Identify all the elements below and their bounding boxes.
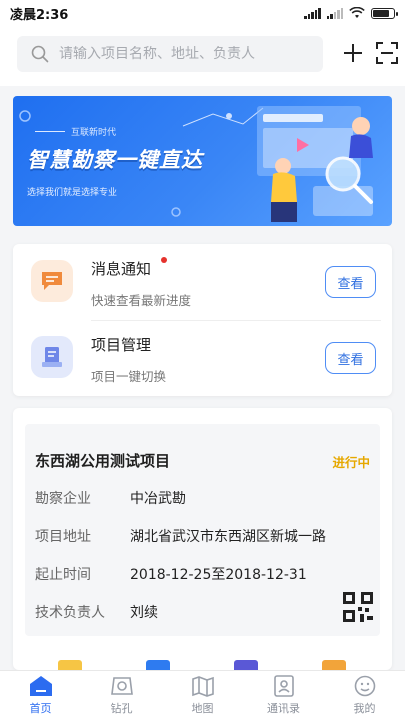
home-icon [29, 676, 52, 696]
bottom-tab-bar: 首页 钻孔 地图 通讯录 我的 [0, 670, 405, 720]
unread-dot [161, 257, 167, 263]
plus-icon [344, 44, 362, 62]
signal-icon [304, 7, 321, 19]
value-address: 湖北省武汉市东西湖区新城一路 [130, 529, 326, 545]
promo-banner[interactable]: 互联新时代 智慧勘察一键直达 选择我们就是选择专业 [13, 96, 392, 226]
search-icon [31, 45, 49, 63]
wifi-icon [349, 7, 365, 18]
label-company: 勘察企业 [35, 491, 91, 507]
battery-icon [371, 7, 398, 19]
entry-message[interactable]: 消息通知 快速查看最新进度 查看 [13, 244, 392, 320]
status-bar: 凌晨2:36 [0, 0, 405, 26]
quick-entries-card: 消息通知 快速查看最新进度 查看 项目管理 项目一键切换 查看 [13, 244, 392, 396]
scan-button[interactable] [374, 40, 400, 66]
signal-icon-2 [326, 7, 343, 19]
value-period: 2018-12-25至2018-12-31 [130, 567, 307, 583]
project-name: 东西湖公用测试项目 [35, 452, 171, 470]
entry-title-message: 消息通知 [91, 260, 152, 278]
status-icons [304, 7, 398, 19]
add-button[interactable] [340, 40, 366, 66]
contacts-icon [273, 675, 294, 697]
value-company: 中冶武勘 [130, 491, 186, 507]
project-info: 东西湖公用测试项目 进行中 勘察企业 中冶武勘 项目地址 湖北省武汉市东西湖区新… [25, 424, 380, 636]
tab-label: 地图 [191, 702, 214, 715]
label-address: 项目地址 [35, 529, 91, 545]
banner-title: 智慧勘察一键直达 [27, 148, 203, 172]
scan-icon [376, 42, 398, 64]
view-messages-button[interactable]: 查看 [325, 266, 376, 298]
search-box[interactable] [17, 36, 323, 72]
tab-label: 通讯录 [267, 702, 300, 715]
label-period: 起止时间 [35, 567, 91, 583]
tab-drill[interactable]: 钻孔 [81, 671, 162, 720]
status-time: 凌晨2:36 [10, 7, 69, 23]
project-icon [31, 336, 73, 378]
profile-icon [354, 675, 375, 697]
tab-label: 首页 [29, 702, 52, 715]
qr-code-icon[interactable] [343, 592, 373, 622]
map-icon [191, 676, 214, 697]
entry-title-project: 项目管理 [91, 336, 152, 354]
header [0, 26, 405, 86]
view-projects-button[interactable]: 查看 [325, 342, 376, 374]
tab-home[interactable]: 首页 [0, 671, 81, 720]
tab-profile[interactable]: 我的 [324, 671, 405, 720]
entry-desc-message: 快速查看最新进度 [91, 293, 192, 308]
project-status-badge: 进行中 [332, 455, 370, 470]
message-icon [31, 260, 73, 302]
tab-label: 我的 [353, 702, 376, 715]
value-tech-lead: 刘续 [130, 605, 158, 621]
entry-project[interactable]: 项目管理 项目一键切换 查看 [13, 320, 392, 396]
banner-slogan: 选择我们就是选择专业 [27, 188, 118, 198]
drill-icon [110, 677, 133, 695]
entry-desc-project: 项目一键切换 [91, 369, 167, 384]
tab-map[interactable]: 地图 [162, 671, 243, 720]
search-input[interactable] [59, 46, 299, 62]
label-tech-lead: 技术负责人 [35, 605, 105, 621]
banner-subtitle: 互联新时代 [71, 128, 117, 138]
tab-label: 钻孔 [110, 702, 133, 715]
tab-contacts[interactable]: 通讯录 [243, 671, 324, 720]
project-card[interactable]: 东西湖公用测试项目 进行中 勘察企业 中冶武勘 项目地址 湖北省武汉市东西湖区新… [13, 408, 392, 670]
